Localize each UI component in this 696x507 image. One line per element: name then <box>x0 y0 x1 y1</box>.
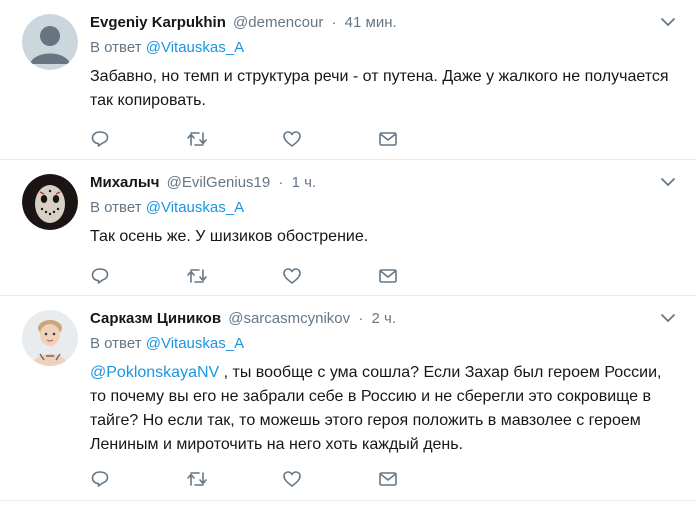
tweet-text: Забавно, но темп и структура речи - от п… <box>90 68 669 109</box>
separator: · <box>358 310 364 327</box>
tweet[interactable]: Михалыч @EvilGenius19 · 1 ч. В ответ @Vi… <box>0 160 696 296</box>
separator: · <box>278 174 284 191</box>
reply-button[interactable] <box>90 127 186 151</box>
retweet-button[interactable] <box>186 127 282 151</box>
reply-icon <box>91 131 109 147</box>
tweet-header: Evgeniy Karpukhin @demencour · 41 мин. <box>90 12 680 34</box>
tweet[interactable]: Сарказм Циников @sarcasmcynikov · 2 ч. В… <box>0 296 696 501</box>
like-icon <box>283 268 301 284</box>
like-button[interactable] <box>282 127 378 151</box>
tweet[interactable]: Evgeniy Karpukhin @demencour · 41 мин. В… <box>0 0 696 160</box>
retweet-button[interactable] <box>186 467 282 491</box>
direct-message-button[interactable] <box>378 467 474 491</box>
reply-button[interactable] <box>90 467 186 491</box>
reply-context: В ответ @Vitauskas_A <box>90 334 680 354</box>
fullname[interactable]: Сарказм Циников <box>90 310 221 327</box>
avatar[interactable] <box>22 310 78 366</box>
reply-prefix: В ответ <box>90 335 142 352</box>
retweet-icon <box>187 132 207 146</box>
tweet-text: Так осень же. У шизиков обострение. <box>90 228 369 245</box>
mention-link[interactable]: @PoklonskayaNV <box>90 364 219 381</box>
retweet-icon <box>187 472 207 486</box>
reply-handle-link[interactable]: @Vitauskas_A <box>146 39 244 56</box>
like-button[interactable] <box>282 467 378 491</box>
direct-message-icon <box>379 269 397 283</box>
username[interactable]: @sarcasmcynikov <box>228 310 350 327</box>
tweet-text: @PoklonskayaNV , ты вообще с ума сошла? … <box>90 361 680 457</box>
tweet-content: Evgeniy Karpukhin @demencour · 41 мин. В… <box>90 12 680 113</box>
tweet-actions <box>90 127 474 151</box>
reply-handle-link[interactable]: @Vitauskas_A <box>146 335 244 352</box>
tweet-feed: Evgeniy Karpukhin @demencour · 41 мин. В… <box>0 0 696 507</box>
reply-prefix: В ответ <box>90 39 142 56</box>
reply-button[interactable] <box>90 264 186 288</box>
avatar[interactable] <box>22 14 78 70</box>
retweet-icon <box>187 269 207 283</box>
avatar[interactable] <box>22 174 78 230</box>
timestamp[interactable]: 41 мин. <box>345 14 397 31</box>
username[interactable]: @demencour <box>233 14 323 31</box>
fullname[interactable]: Evgeniy Karpukhin <box>90 14 226 31</box>
timestamp[interactable]: 2 ч. <box>372 310 397 327</box>
tweet-actions <box>90 264 474 288</box>
separator: · <box>331 14 337 31</box>
reply-context: В ответ @Vitauskas_A <box>90 38 680 58</box>
direct-message-button[interactable] <box>378 264 474 288</box>
username[interactable]: @EvilGenius19 <box>167 174 271 191</box>
reply-icon <box>91 471 109 487</box>
reply-handle-link[interactable]: @Vitauskas_A <box>146 199 244 216</box>
tweet-content: Михалыч @EvilGenius19 · 1 ч. В ответ @Vi… <box>90 172 680 249</box>
tweet-content: Сарказм Циников @sarcasmcynikov · 2 ч. В… <box>90 308 680 457</box>
direct-message-icon <box>379 132 397 146</box>
reply-icon <box>91 268 109 284</box>
like-icon <box>283 131 301 147</box>
tweet-actions <box>90 467 474 491</box>
tweet-header: Сарказм Циников @sarcasmcynikov · 2 ч. <box>90 308 680 330</box>
tweet-header: Михалыч @EvilGenius19 · 1 ч. <box>90 172 680 194</box>
direct-message-button[interactable] <box>378 127 474 151</box>
like-icon <box>283 471 301 487</box>
retweet-button[interactable] <box>186 264 282 288</box>
reply-context: В ответ @Vitauskas_A <box>90 198 680 218</box>
hockey-mask-avatar-icon <box>22 174 78 230</box>
default-avatar-icon <box>22 14 78 70</box>
child-photo-avatar-icon <box>22 310 78 366</box>
direct-message-icon <box>379 472 397 486</box>
reply-prefix: В ответ <box>90 199 142 216</box>
like-button[interactable] <box>282 264 378 288</box>
timestamp[interactable]: 1 ч. <box>292 174 317 191</box>
fullname[interactable]: Михалыч <box>90 174 159 191</box>
